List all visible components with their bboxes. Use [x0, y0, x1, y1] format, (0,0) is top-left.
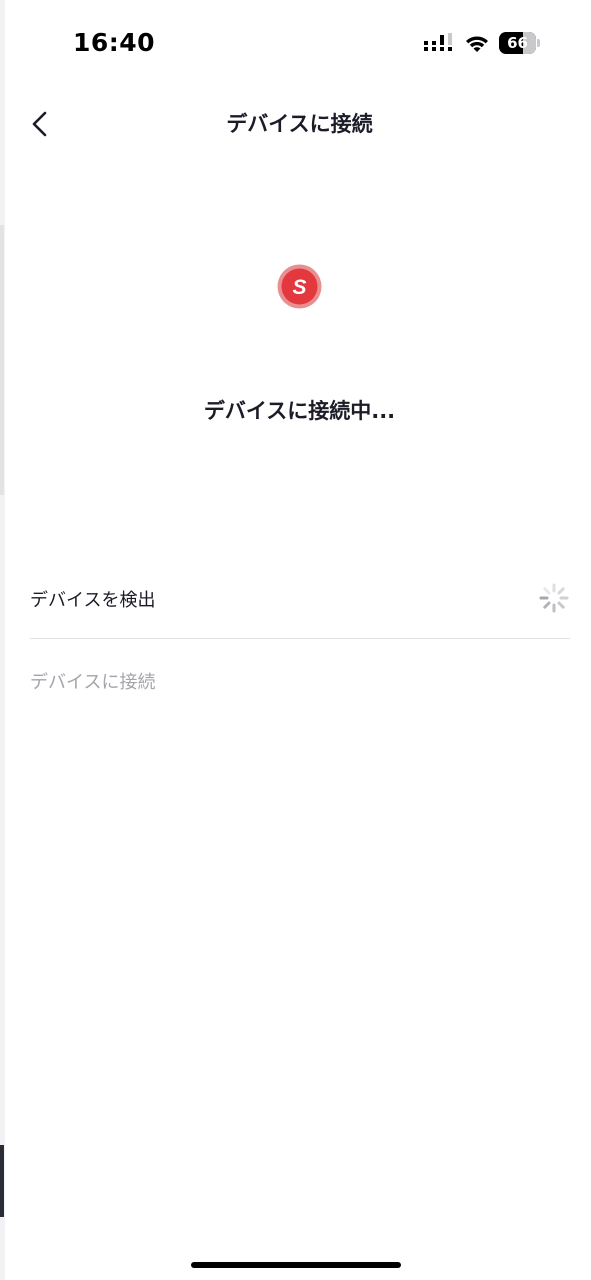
- battery-level: 66: [507, 34, 528, 52]
- page-title: デバイスに接続: [226, 112, 373, 136]
- wifi-icon: [466, 36, 488, 52]
- step-label: デバイスに接続: [30, 672, 156, 693]
- brand-logo-icon: S: [277, 264, 322, 309]
- underlying-screen-edge: [0, 0, 5, 1280]
- battery-icon: 66: [499, 32, 541, 54]
- home-indicator[interactable]: [191, 1262, 401, 1268]
- connecting-status-text: デバイスに接続中...: [203, 399, 396, 423]
- connect-device-screen: 16:40 66 デバイスに接続 S デバイスに接続中... デバイスを検出 デ…: [0, 0, 591, 1280]
- underlying-screen-edge-dark: [0, 1145, 4, 1217]
- step-connect-device: デバイスに接続: [30, 660, 570, 700]
- divider: [30, 638, 570, 639]
- step-label: デバイスを検出: [30, 590, 156, 611]
- underlying-screen-edge-shade: [0, 225, 4, 495]
- brand-logo-letter: S: [292, 276, 306, 299]
- status-time: 16:40: [73, 28, 156, 57]
- signal-icon: [424, 33, 452, 51]
- step-detect-device: デバイスを検出: [30, 578, 570, 618]
- spinner-icon: [539, 583, 569, 613]
